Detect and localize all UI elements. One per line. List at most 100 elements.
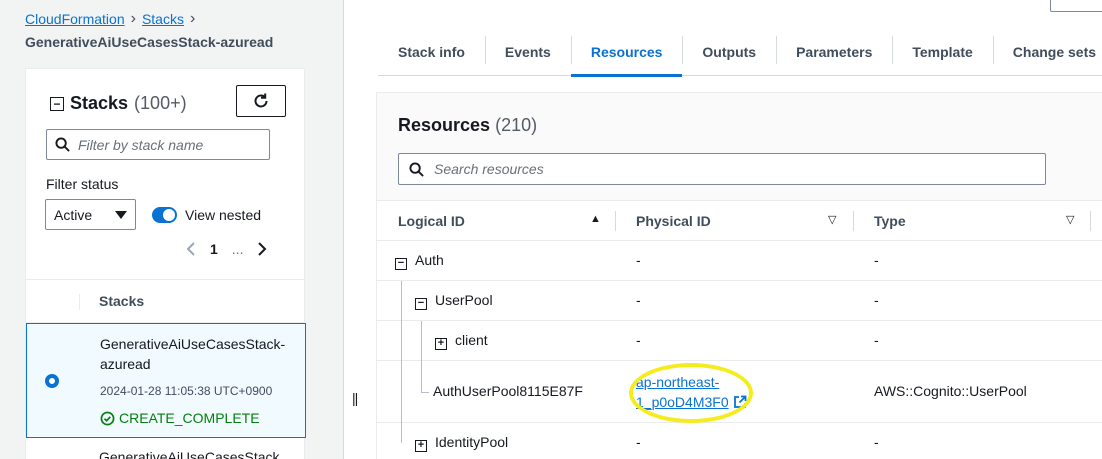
physical-id-cell: - xyxy=(636,434,641,450)
tab-change-sets[interactable]: Change sets xyxy=(992,28,1102,76)
resources-header: Resources (210) Search resources xyxy=(377,93,1102,201)
table-row: + IdentityPool - - xyxy=(377,423,1102,459)
tab-events[interactable]: Events xyxy=(484,28,571,76)
tab-parameters[interactable]: Parameters xyxy=(776,28,892,76)
tree-line xyxy=(421,392,429,393)
tab-template[interactable]: Template xyxy=(892,28,992,76)
annotation-highlight-circle xyxy=(629,363,753,423)
type-cell: - xyxy=(874,434,879,450)
tree-line xyxy=(401,423,402,443)
type-cell: - xyxy=(874,332,879,348)
check-circle-icon xyxy=(100,411,115,425)
stacks-count: (100+) xyxy=(134,93,187,113)
tab-stack-info[interactable]: Stack info xyxy=(378,28,485,76)
stack-filter-placeholder: Filter by stack name xyxy=(78,136,204,153)
sort-icon[interactable]: ▽ xyxy=(828,213,836,226)
page-ellipsis: ... xyxy=(231,241,244,257)
stacks-side-panel: CloudFormation › Stacks › GenerativeAiUs… xyxy=(0,0,344,459)
logical-id-cell: − Auth xyxy=(395,252,444,270)
stack-name-link[interactable]: GenerativeAiUseCasesStack-azuread xyxy=(100,334,290,374)
chevron-right-icon: › xyxy=(130,10,136,27)
column-divider xyxy=(1090,211,1091,231)
stacks-list-card: − Stacks (100+) Filter by stack name Fil… xyxy=(25,68,306,459)
logical-id-column-header[interactable]: Logical ID xyxy=(398,213,465,229)
panel-resize-handle-icon[interactable]: || xyxy=(352,390,358,406)
type-cell: - xyxy=(874,292,879,308)
stack-timestamp: 2024-01-28 11:05:38 UTC+0900 xyxy=(100,384,273,398)
tree-line xyxy=(421,321,422,361)
collapse-icon[interactable]: − xyxy=(415,297,427,310)
physical-id-column-header[interactable]: Physical ID xyxy=(636,213,711,229)
column-divider xyxy=(615,211,616,231)
view-nested-toggle[interactable] xyxy=(152,207,177,223)
stack-name-link[interactable]: GenerativeAiUseCasesStack xyxy=(99,449,280,459)
breadcrumb-cloudformation-link[interactable]: CloudFormation xyxy=(25,11,125,27)
refresh-icon xyxy=(254,93,268,108)
breadcrumb-stacks-link[interactable]: Stacks xyxy=(142,11,184,27)
logical-id-cell: − UserPool xyxy=(415,292,493,310)
collapse-icon[interactable]: − xyxy=(395,257,407,270)
logical-id-text: IdentityPool xyxy=(435,434,509,450)
stack-filter-input[interactable]: Filter by stack name xyxy=(46,129,270,160)
pagination: 1 ... xyxy=(186,241,267,257)
logical-id-text: Auth xyxy=(415,252,444,268)
view-nested-label: View nested xyxy=(185,207,262,223)
sort-icon[interactable]: ▽ xyxy=(1066,213,1074,226)
logical-id-cell: + IdentityPool xyxy=(415,434,508,452)
resources-title: Resources (210) xyxy=(398,115,537,136)
resources-search-placeholder: Search resources xyxy=(434,161,544,177)
resources-search-input[interactable]: Search resources xyxy=(398,153,1046,185)
table-row: + client - - xyxy=(377,321,1102,361)
filter-status-value: Active xyxy=(54,206,93,223)
type-cell: - xyxy=(874,252,879,268)
stack-row-selected[interactable]: GenerativeAiUseCasesStack-azuread 2024-0… xyxy=(26,323,306,438)
logical-id-text: UserPool xyxy=(435,292,493,308)
tree-line xyxy=(401,321,402,361)
stacks-column-header: Stacks xyxy=(99,293,145,309)
resources-count: (210) xyxy=(495,115,538,135)
breadcrumb: CloudFormation › Stacks › xyxy=(25,10,195,28)
tree-line xyxy=(401,361,402,423)
top-action-button[interactable] xyxy=(1050,0,1102,12)
sort-ascending-icon[interactable]: ▲ xyxy=(590,213,601,225)
chevron-right-icon[interactable] xyxy=(257,242,267,256)
logical-id-text: client xyxy=(455,332,488,348)
chevron-left-icon[interactable] xyxy=(186,242,196,256)
type-column-header[interactable]: Type xyxy=(874,213,906,229)
column-divider xyxy=(853,211,854,231)
stacks-header: − Stacks (100+) xyxy=(50,93,187,114)
physical-id-cell: - xyxy=(636,252,641,268)
tree-line xyxy=(401,281,402,321)
physical-id-cell: - xyxy=(636,292,641,308)
stack-detail-tabs: Stack info Events Resources Outputs Para… xyxy=(378,28,1102,77)
resources-card: Resources (210) Search resources Logical… xyxy=(376,92,1102,459)
expand-icon[interactable]: + xyxy=(435,337,447,350)
stacks-table-header: Stacks xyxy=(26,279,304,323)
tab-outputs[interactable]: Outputs xyxy=(682,28,776,76)
collapse-icon[interactable]: − xyxy=(50,96,64,111)
search-icon xyxy=(55,137,70,152)
expand-icon[interactable]: + xyxy=(415,439,427,452)
table-row: − Auth - - xyxy=(377,241,1102,281)
chevron-right-icon: › xyxy=(189,10,196,27)
search-icon xyxy=(409,161,424,177)
table-row: − UserPool - - xyxy=(377,281,1102,321)
logical-id-cell: AuthUserPool8115E87F xyxy=(433,383,583,399)
breadcrumb-current-stack: GenerativeAiUseCasesStack-azuread xyxy=(25,34,274,50)
tree-line xyxy=(421,361,422,392)
caret-down-icon xyxy=(115,210,127,219)
tab-resources[interactable]: Resources xyxy=(570,28,683,77)
stack-status: CREATE_COMPLETE xyxy=(100,410,260,426)
physical-id-cell: - xyxy=(636,332,641,348)
stack-radio-selected[interactable] xyxy=(45,374,59,388)
stacks-title: Stacks xyxy=(70,93,129,113)
stack-status-text: CREATE_COMPLETE xyxy=(119,410,260,426)
page-number[interactable]: 1 xyxy=(210,241,218,257)
resources-table-header: Logical ID ▲ Physical ID ▽ Type ▽ xyxy=(377,201,1102,241)
type-cell: AWS::Cognito::UserPool xyxy=(874,383,1027,399)
refresh-button[interactable] xyxy=(236,85,286,117)
resources-title-text: Resources xyxy=(398,115,491,135)
view-nested-toggle-group: View nested xyxy=(152,207,261,223)
filter-status-select[interactable]: Active xyxy=(45,199,136,230)
filter-status-label: Filter status xyxy=(46,176,119,192)
